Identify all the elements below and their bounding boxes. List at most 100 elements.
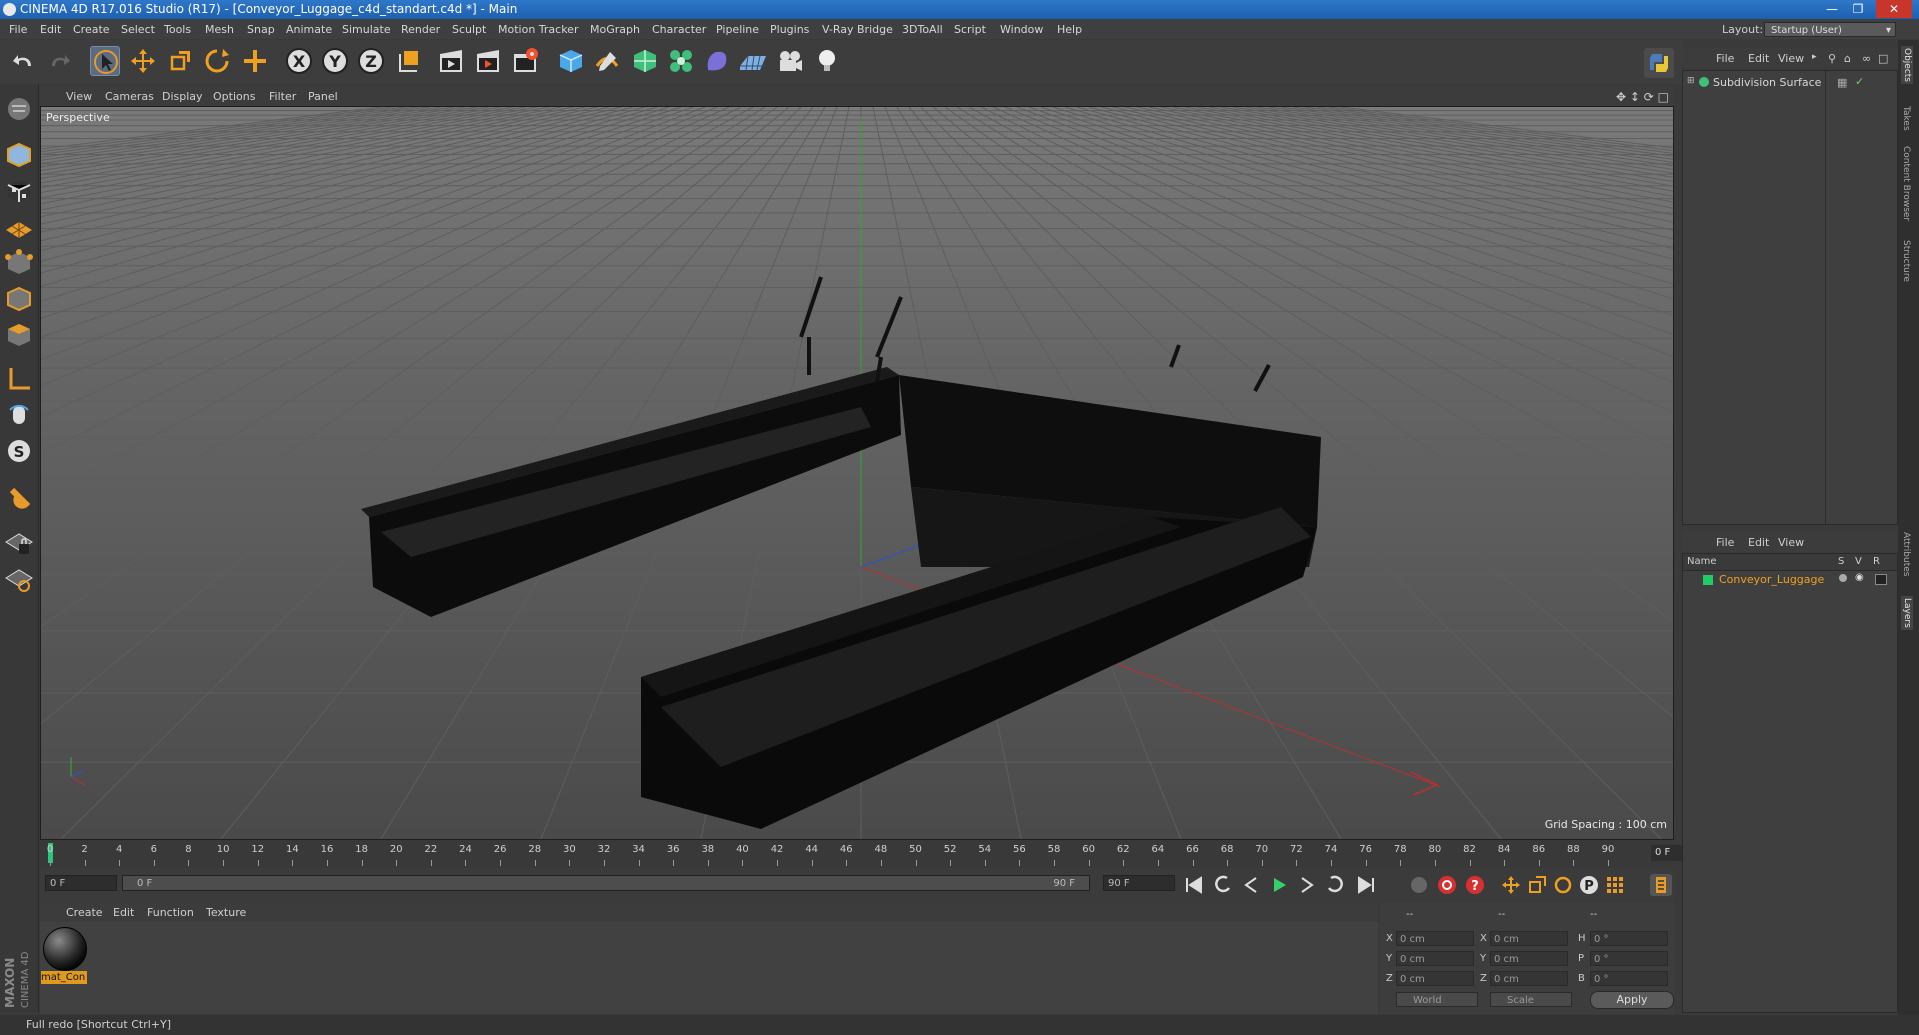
enable-axis-icon[interactable] bbox=[4, 528, 34, 558]
menu-simulate[interactable]: Simulate bbox=[342, 23, 391, 36]
cloner-icon[interactable] bbox=[666, 46, 696, 76]
material-swatch[interactable]: mat_Con bbox=[40, 922, 88, 988]
subdivision-icon[interactable] bbox=[630, 46, 660, 76]
menu-file[interactable]: File bbox=[9, 23, 27, 36]
object-menu-view[interactable]: View bbox=[1778, 52, 1804, 65]
menu-mesh[interactable]: Mesh bbox=[205, 23, 234, 36]
tab-objects[interactable]: Objects bbox=[1901, 46, 1913, 85]
x-axis-icon[interactable]: X bbox=[284, 46, 314, 76]
coordinate-mode-select[interactable]: World bbox=[1396, 992, 1478, 1007]
material-menu-function[interactable]: Function bbox=[147, 906, 194, 919]
chevron-right-icon[interactable]: ▸ bbox=[1812, 52, 1817, 62]
previous-frame-icon[interactable] bbox=[1240, 874, 1262, 896]
visibility-eye-icon[interactable]: ◉ bbox=[1855, 572, 1864, 583]
key-rotation-icon[interactable] bbox=[1552, 874, 1574, 896]
viewport-nav-icons[interactable]: ✥ ↕ ⟳ □ bbox=[1616, 90, 1669, 104]
viewport-menu-filter[interactable]: Filter bbox=[269, 90, 296, 103]
menu-select[interactable]: Select bbox=[121, 23, 155, 36]
create-icon[interactable] bbox=[240, 46, 270, 76]
menu-tools[interactable]: Tools bbox=[164, 23, 191, 36]
rotation-b-field[interactable]: 0 ° bbox=[1590, 971, 1668, 986]
perspective-viewport[interactable]: Perspective Grid Spacing: 100 cm bbox=[40, 106, 1674, 840]
redo-icon[interactable] bbox=[44, 46, 74, 76]
cube-icon[interactable] bbox=[556, 46, 586, 76]
object-menu-edit[interactable]: Edit bbox=[1748, 52, 1769, 65]
menu-character[interactable]: Character bbox=[652, 23, 706, 36]
preview-range-slider[interactable]: 0 F 90 F bbox=[122, 875, 1090, 891]
rotation-p-field[interactable]: 0 ° bbox=[1590, 951, 1668, 966]
size-z-field[interactable]: 0 cm bbox=[1490, 971, 1568, 986]
solo-dot-icon[interactable] bbox=[1839, 574, 1847, 582]
maximize-button[interactable]: ❐ bbox=[1845, 0, 1871, 18]
menu-pipeline[interactable]: Pipeline bbox=[716, 23, 759, 36]
tab-content-browser[interactable]: Content Browser bbox=[1901, 146, 1911, 221]
position-x-field[interactable]: 0 cm bbox=[1396, 931, 1474, 946]
key-position-icon[interactable] bbox=[1500, 874, 1522, 896]
object-row[interactable]: ⊞ Subdivision Surface ▦ ✓ bbox=[1687, 75, 1893, 91]
expand-icon[interactable]: ⊞ bbox=[1687, 76, 1695, 86]
layer-menu-view[interactable]: View bbox=[1778, 536, 1804, 549]
menu-edit[interactable]: Edit bbox=[40, 23, 61, 36]
rotate-icon[interactable] bbox=[202, 46, 232, 76]
move-icon[interactable] bbox=[128, 46, 158, 76]
layout-select[interactable]: Startup (User) ▾ bbox=[1764, 22, 1896, 37]
undo-icon[interactable] bbox=[9, 46, 39, 76]
size-mode-select[interactable]: Scale bbox=[1490, 992, 1572, 1007]
z-axis-icon[interactable]: Z bbox=[356, 46, 386, 76]
link-icon[interactable]: ∞ bbox=[1862, 52, 1871, 65]
edges-mode-icon[interactable] bbox=[4, 284, 34, 314]
points-mode-icon[interactable] bbox=[4, 248, 34, 278]
menu-help[interactable]: Help bbox=[1057, 23, 1082, 36]
menu-3dtoall[interactable]: 3DToAll bbox=[902, 23, 943, 36]
tab-layers[interactable]: Layers bbox=[1901, 596, 1913, 630]
apply-button[interactable]: Apply bbox=[1590, 991, 1674, 1009]
position-y-field[interactable]: 0 cm bbox=[1396, 951, 1474, 966]
record-active-objects-icon[interactable] bbox=[1436, 874, 1458, 896]
object-menu-file[interactable]: File bbox=[1716, 52, 1734, 65]
end-frame-field[interactable]: 90 F bbox=[1103, 875, 1175, 891]
position-z-field[interactable]: 0 cm bbox=[1396, 971, 1474, 986]
menu-window[interactable]: Window bbox=[1000, 23, 1043, 36]
menu-script[interactable]: Script bbox=[954, 23, 986, 36]
locked-workplane-icon[interactable] bbox=[4, 564, 34, 594]
python-icon[interactable] bbox=[1644, 48, 1674, 78]
tag-icon[interactable]: ▦ bbox=[1837, 76, 1847, 89]
next-keyframe-icon[interactable] bbox=[1324, 874, 1346, 896]
viewport-menu-cameras[interactable]: Cameras bbox=[105, 90, 154, 103]
start-frame-field[interactable]: 0 F bbox=[45, 875, 117, 891]
play-icon[interactable] bbox=[1268, 874, 1290, 896]
rotation-h-field[interactable]: 0 ° bbox=[1590, 931, 1668, 946]
size-x-field[interactable]: 0 cm bbox=[1490, 931, 1568, 946]
size-y-field[interactable]: 0 cm bbox=[1490, 951, 1568, 966]
previous-keyframe-icon[interactable] bbox=[1212, 874, 1234, 896]
viewport-menu-display[interactable]: Display bbox=[162, 90, 203, 103]
select-arrow-icon[interactable] bbox=[90, 46, 120, 76]
timeline-window-icon[interactable] bbox=[1650, 874, 1672, 896]
layer-row[interactable]: Conveyor_Luggage ◉ bbox=[1687, 572, 1895, 588]
workplane-icon[interactable] bbox=[4, 212, 34, 242]
material-menu-create[interactable]: Create bbox=[66, 906, 103, 919]
scale-icon[interactable] bbox=[165, 46, 195, 76]
go-to-end-icon[interactable] bbox=[1355, 874, 1377, 896]
tab-takes[interactable]: Takes bbox=[1901, 106, 1911, 131]
close-button[interactable]: ✕ bbox=[1876, 0, 1912, 18]
coordinate-system-icon[interactable] bbox=[394, 46, 424, 76]
layer-color-swatch[interactable] bbox=[1703, 575, 1713, 585]
deformer-icon[interactable] bbox=[702, 46, 732, 76]
material-menu-texture[interactable]: Texture bbox=[206, 906, 246, 919]
axis-mode-icon[interactable] bbox=[4, 364, 34, 394]
key-point-level-icon[interactable] bbox=[1604, 874, 1626, 896]
render-picture-viewer-icon[interactable] bbox=[473, 46, 503, 76]
tab-structure[interactable]: Structure bbox=[1901, 240, 1911, 282]
menu-mograph[interactable]: MoGraph bbox=[590, 23, 640, 36]
material-menu-edit[interactable]: Edit bbox=[113, 906, 134, 919]
polygons-mode-icon[interactable] bbox=[4, 320, 34, 350]
next-frame-icon[interactable] bbox=[1296, 874, 1318, 896]
magnet-icon[interactable] bbox=[4, 482, 34, 512]
menu-sculpt[interactable]: Sculpt bbox=[452, 23, 486, 36]
enabled-check-icon[interactable]: ✓ bbox=[1855, 75, 1864, 88]
sculpt-mode-icon[interactable] bbox=[4, 94, 34, 124]
pen-icon[interactable] bbox=[592, 46, 622, 76]
texture-mode-icon[interactable] bbox=[4, 176, 34, 206]
model-mode-icon[interactable] bbox=[4, 140, 34, 170]
